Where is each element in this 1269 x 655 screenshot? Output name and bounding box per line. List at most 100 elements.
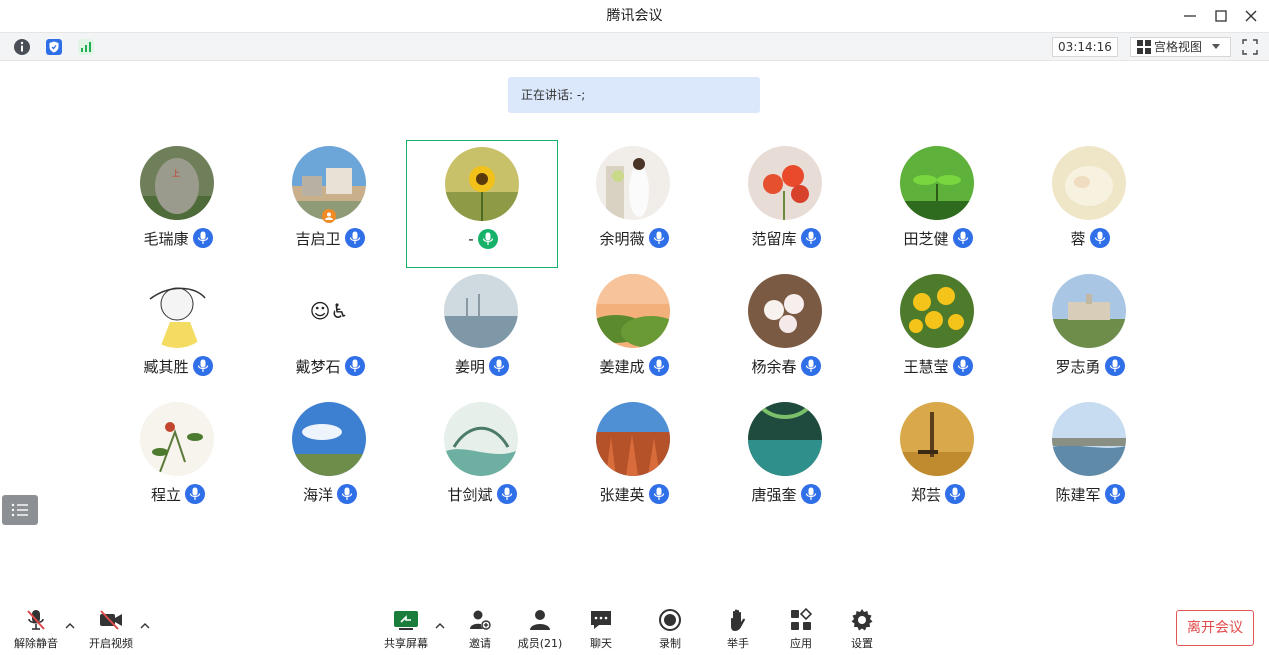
share-screen-button[interactable]: 共享屏幕 — [380, 606, 432, 652]
participant-name: 甘剑斌 — [447, 485, 493, 504]
view-switch-label: 宫格视图 — [1154, 40, 1203, 54]
participant-name: 戴梦石 — [295, 357, 341, 376]
participant-tile[interactable]: 蓉 — [1014, 140, 1166, 268]
participant-tile[interactable]: 上毛瑞康 — [102, 140, 254, 268]
participant-tile[interactable]: 郑芸 — [862, 396, 1014, 524]
avatar — [748, 146, 822, 220]
avatar-text: ☺♿ — [309, 299, 349, 323]
chevron-up-icon — [140, 623, 150, 629]
participant-name-line: 杨余春 — [710, 355, 862, 377]
meeting-info-button[interactable] — [13, 38, 31, 56]
mic-icon — [337, 484, 357, 504]
participant-name-line: 唐强奎 — [710, 483, 862, 505]
maximize-button[interactable] — [1206, 0, 1236, 32]
apps-label: 应用 — [790, 637, 812, 650]
unmute-label: 解除静音 — [14, 637, 58, 650]
participant-tile[interactable]: 程立 — [102, 396, 254, 524]
mic-icon — [489, 356, 509, 376]
network-status-button[interactable] — [77, 38, 95, 56]
fullscreen-button[interactable] — [1242, 39, 1260, 57]
participant-tile[interactable]: 唐强奎 — [710, 396, 862, 524]
hand-icon — [731, 609, 745, 631]
avatar — [140, 274, 214, 348]
minimize-button[interactable] — [1175, 0, 1205, 32]
view-switch-button[interactable]: 宫格视图 — [1130, 37, 1231, 57]
mic-icon — [1089, 228, 1110, 248]
audio-options-caret[interactable] — [64, 620, 76, 632]
mic-icon — [344, 356, 365, 376]
apps-button[interactable]: 应用 — [776, 606, 826, 652]
invite-button[interactable]: 邀请 — [455, 606, 505, 652]
record-button[interactable]: 录制 — [645, 606, 695, 652]
invite-label: 邀请 — [469, 637, 491, 650]
participant-name: 蓉 — [1070, 229, 1086, 248]
add-user-icon — [470, 610, 491, 630]
raise-hand-label: 举手 — [727, 637, 749, 650]
participant-tile[interactable]: - — [406, 140, 558, 268]
mic-icon — [952, 228, 973, 248]
host-badge — [322, 209, 336, 223]
participant-name: 张建英 — [599, 485, 645, 504]
fullscreen-icon — [1242, 39, 1258, 55]
participant-tile[interactable]: 姜明 — [406, 268, 558, 396]
participant-name: - — [468, 230, 474, 248]
security-button[interactable] — [45, 38, 63, 56]
participant-tile[interactable]: 范留库 — [710, 140, 862, 268]
start-video-button[interactable]: 开启视频 — [85, 606, 137, 652]
unmute-button[interactable]: 解除静音 — [10, 606, 62, 652]
participant-tile[interactable]: ☺♿ 戴梦石 — [254, 268, 406, 396]
meeting-window: 腾讯会议 03:14:16 宫格视图 正在讲话: -; 上 毛瑞康 吉启卫 - … — [0, 0, 1269, 655]
close-button[interactable] — [1236, 0, 1266, 32]
participant-name-line: 吉启卫 — [254, 227, 406, 249]
participant-name: 姜建成 — [599, 357, 645, 376]
leave-meeting-button[interactable]: 离开会议 — [1176, 610, 1254, 646]
chat-icon — [591, 611, 611, 629]
participant-name-line: 陈建军 — [1014, 483, 1166, 505]
participant-name-line: - — [407, 228, 559, 250]
chat-button[interactable]: 聊天 — [576, 606, 626, 652]
window-title: 腾讯会议 — [606, 8, 663, 24]
participant-name: 程立 — [150, 485, 181, 504]
participant-tile[interactable]: 吉启卫 — [254, 140, 406, 268]
avatar — [444, 402, 518, 476]
mic-muted-icon — [27, 610, 45, 630]
avatar — [900, 274, 974, 348]
participant-tile[interactable]: 杨余春 — [710, 268, 862, 396]
avatar — [444, 274, 518, 348]
raise-hand-button[interactable]: 举手 — [713, 606, 763, 652]
participant-name: 杨余春 — [751, 357, 797, 376]
participant-tile[interactable]: 张建英 — [558, 396, 710, 524]
participant-name-line: 甘剑斌 — [406, 483, 558, 505]
apps-icon — [791, 608, 813, 630]
speaking-indicator: 正在讲话: -; — [508, 77, 760, 113]
participant-tile[interactable]: 田芝健 — [862, 140, 1014, 268]
participant-tile[interactable]: 臧其胜 — [102, 268, 254, 396]
video-options-caret[interactable] — [139, 620, 151, 632]
members-button[interactable]: 成员(21) — [513, 606, 567, 652]
mic-icon — [648, 484, 669, 504]
participant-tile[interactable]: 海洋 — [254, 396, 406, 524]
participant-tile[interactable]: 王慧莹 — [862, 268, 1014, 396]
participant-name: 姜明 — [454, 357, 485, 376]
mic-icon — [800, 356, 821, 376]
avatar — [1052, 402, 1126, 476]
start-video-label: 开启视频 — [89, 637, 133, 650]
mic-icon — [648, 356, 669, 376]
mic-icon — [648, 228, 669, 248]
participant-name-line: 姜明 — [406, 355, 558, 377]
shield-icon — [46, 39, 62, 55]
participant-list-toggle[interactable] — [2, 495, 38, 525]
participant-tile[interactable]: 余明薇 — [558, 140, 710, 268]
participant-name: 毛瑞康 — [143, 229, 189, 248]
avatar — [748, 274, 822, 348]
participant-tile[interactable]: 陈建军 — [1014, 396, 1166, 524]
settings-button[interactable]: 设置 — [837, 606, 887, 652]
minimize-icon — [1184, 15, 1196, 17]
participant-tile[interactable]: 罗志勇 — [1014, 268, 1166, 396]
meeting-timer: 03:14:16 — [1052, 37, 1118, 57]
share-options-caret[interactable] — [434, 620, 446, 632]
host-icon — [325, 212, 333, 220]
avatar — [596, 274, 670, 348]
participant-tile[interactable]: 姜建成 — [558, 268, 710, 396]
participant-tile[interactable]: 甘剑斌 — [406, 396, 558, 524]
